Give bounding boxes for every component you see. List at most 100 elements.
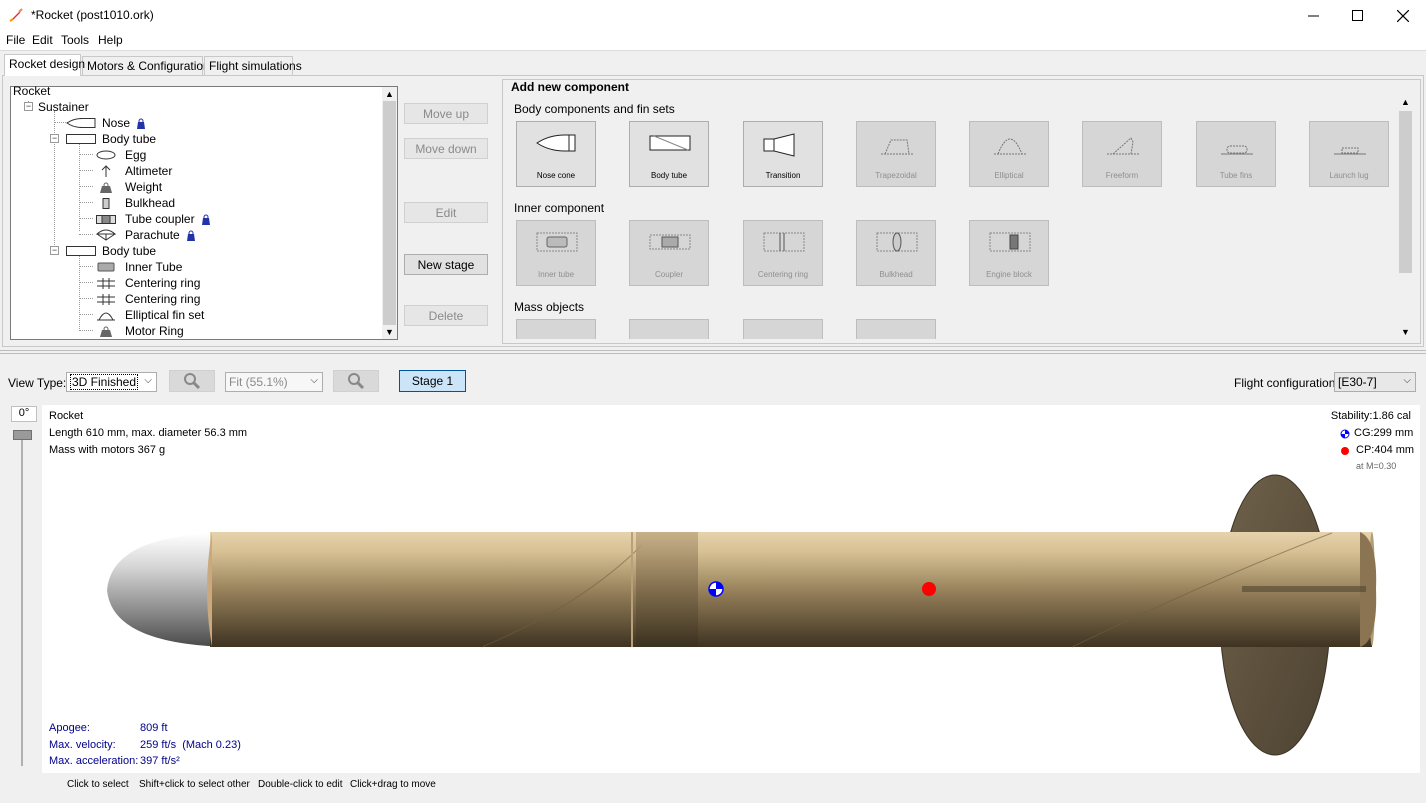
elliptical-fin-button[interactable]: Elliptical	[969, 121, 1049, 187]
tree-item-egg[interactable]: Egg	[96, 147, 146, 163]
view-type-select[interactable]: 3D Finished ⌵	[66, 372, 157, 392]
component-label: Trapezoidal	[875, 171, 917, 180]
launch-lug-button[interactable]: Launch lug	[1309, 121, 1389, 187]
tree-scrollbar[interactable]: ▲ ▼	[382, 87, 397, 339]
tree-item-nose[interactable]: Nose	[66, 115, 147, 131]
tree-item-bulkhead[interactable]: Bulkhead	[96, 195, 175, 211]
collapse-body-tube-2-toggle[interactable]: −	[50, 246, 59, 255]
rotation-slider-thumb[interactable]	[13, 430, 32, 440]
component-label: Inner tube	[537, 270, 575, 279]
tree-item-centering-ring[interactable]: Centering ring	[96, 275, 200, 291]
tree-item-centering-ring-2[interactable]: Centering ring	[96, 291, 200, 307]
menu-help[interactable]: Help	[98, 33, 123, 47]
inner-tube-button[interactable]: Inner tube	[516, 220, 596, 286]
max-velocity-value: 259 ft/s (Mach 0.23)	[140, 739, 241, 751]
zoom-in-button[interactable]	[333, 370, 379, 392]
stage-1-toggle[interactable]: Stage 1	[399, 370, 466, 392]
tree-item-body-tube[interactable]: Body tube	[66, 131, 156, 147]
hint-double-click: Double-click to edit	[258, 779, 343, 790]
chevron-down-icon: ⌵	[1403, 375, 1411, 386]
collapse-sustainer-toggle[interactable]: −	[24, 102, 33, 111]
new-stage-button[interactable]: New stage	[404, 254, 488, 275]
tree-item-label: Motor Ring	[125, 324, 184, 338]
scroll-up-icon[interactable]: ▲	[1401, 97, 1410, 107]
centering-ring-icon	[744, 231, 824, 253]
tree-item-parachute[interactable]: Parachute	[96, 227, 197, 243]
component-label: Coupler	[654, 270, 683, 279]
tree-scroll-thumb[interactable]	[383, 101, 396, 325]
menu-tools[interactable]: Tools	[61, 33, 89, 47]
scroll-up-icon[interactable]: ▲	[385, 89, 394, 99]
close-icon[interactable]	[1380, 0, 1426, 31]
tree-item-tube-coupler[interactable]: Tube coupler	[96, 211, 212, 227]
mass-component-button[interactable]	[856, 319, 936, 339]
tree-item-label: Parachute	[125, 228, 180, 242]
freeform-fin-button[interactable]: Freeform	[1082, 121, 1162, 187]
move-down-button[interactable]: Move down	[404, 138, 488, 159]
tree-item-rocket[interactable]: Rocket	[13, 83, 50, 99]
panel-splitter[interactable]	[0, 350, 1426, 354]
tree-item-label: Elliptical fin set	[125, 308, 205, 322]
shock-cord-button[interactable]	[743, 319, 823, 339]
tree-item-inner-tube[interactable]: Inner Tube	[96, 259, 182, 275]
bulkhead-button[interactable]: Bulkhead	[856, 220, 936, 286]
tree-item-label: Rocket	[13, 84, 51, 98]
component-scrollbar[interactable]: ▲ ▼	[1398, 95, 1413, 343]
cp-value: CP:404 mm	[1356, 444, 1415, 456]
coupler-button[interactable]: Coupler	[629, 220, 709, 286]
tree-item-elliptical-fin-set[interactable]: Elliptical fin set	[96, 307, 204, 323]
fin-root-slot	[1242, 586, 1366, 592]
component-tree[interactable]: − − − Rocket Sustainer Nose Body tube Eg…	[10, 83, 398, 340]
move-up-button[interactable]: Move up	[404, 103, 488, 124]
scroll-down-icon[interactable]: ▼	[1401, 327, 1410, 337]
delete-button[interactable]: Delete	[404, 305, 488, 326]
tab-flight-simulations[interactable]: Flight simulations	[204, 56, 302, 75]
zoom-out-button[interactable]	[169, 370, 215, 392]
coupler-icon	[630, 231, 710, 253]
nose-cone-icon	[517, 132, 597, 154]
transition-button[interactable]: Transition	[743, 121, 823, 187]
engine-block-button[interactable]: Engine block	[969, 220, 1049, 286]
view-type-label: View Type:	[8, 376, 67, 390]
scroll-down-icon[interactable]: ▼	[385, 327, 394, 337]
body-components-title: Body components and fin sets	[514, 102, 675, 116]
zoom-select[interactable]: Fit (55.1%) ⌵	[225, 372, 323, 392]
tab-motors-configuration[interactable]: Motors & Configuration	[82, 56, 210, 75]
hint-shift-click: Shift+click to select other	[139, 779, 250, 790]
minimize-icon[interactable]	[1290, 0, 1336, 31]
rocket-3d-view[interactable]: Rocket Length 610 mm, max. diameter 56.3…	[42, 405, 1420, 773]
body-tube-icon	[66, 134, 96, 144]
menu-file[interactable]: File	[6, 33, 25, 47]
centering-ring-icon	[96, 277, 116, 289]
cp-icon	[1340, 445, 1350, 459]
centering-ring-button[interactable]: Centering ring	[743, 220, 823, 286]
tube-fins-button[interactable]: Tube fins	[1196, 121, 1276, 187]
component-scroll-thumb[interactable]	[1399, 111, 1412, 273]
collapse-body-tube-toggle[interactable]: −	[50, 134, 59, 143]
maximize-icon[interactable]	[1334, 0, 1380, 31]
tree-item-altimeter[interactable]: Altimeter	[96, 163, 172, 179]
trapezoidal-fin-button[interactable]: Trapezoidal	[856, 121, 936, 187]
rocket-render[interactable]	[42, 405, 1420, 773]
body-tube-button[interactable]: Body tube	[629, 121, 709, 187]
flight-configuration-value: [E30-7]	[1338, 375, 1377, 389]
menu-edit[interactable]: Edit	[32, 33, 53, 47]
flight-configuration-select[interactable]: [E30-7] ⌵	[1334, 372, 1416, 392]
tree-item-weight[interactable]: Weight	[96, 179, 162, 195]
tree-item-motor-ring[interactable]: Motor Ring	[96, 323, 184, 339]
nose-cone-button[interactable]: Nose cone	[516, 121, 596, 187]
edit-button[interactable]: Edit	[404, 202, 488, 223]
mass-objects-row	[503, 316, 1398, 339]
inner-components-title: Inner component	[514, 201, 605, 215]
tube-coupler	[636, 532, 698, 647]
chevron-down-icon: ⌵	[144, 375, 152, 386]
tree-item-body-tube-2[interactable]: Body tube	[66, 243, 156, 259]
component-label: Centering ring	[757, 270, 809, 279]
streamer-button[interactable]	[629, 319, 709, 339]
tree-item-sustainer[interactable]: Sustainer	[38, 99, 89, 115]
rocket-mass: Mass with motors 367 g	[49, 444, 166, 456]
rotation-slider-track[interactable]	[21, 430, 23, 766]
parachute-button[interactable]	[516, 319, 596, 339]
tab-rocket-design[interactable]: Rocket design	[4, 54, 85, 76]
engine-block-icon	[970, 231, 1050, 253]
